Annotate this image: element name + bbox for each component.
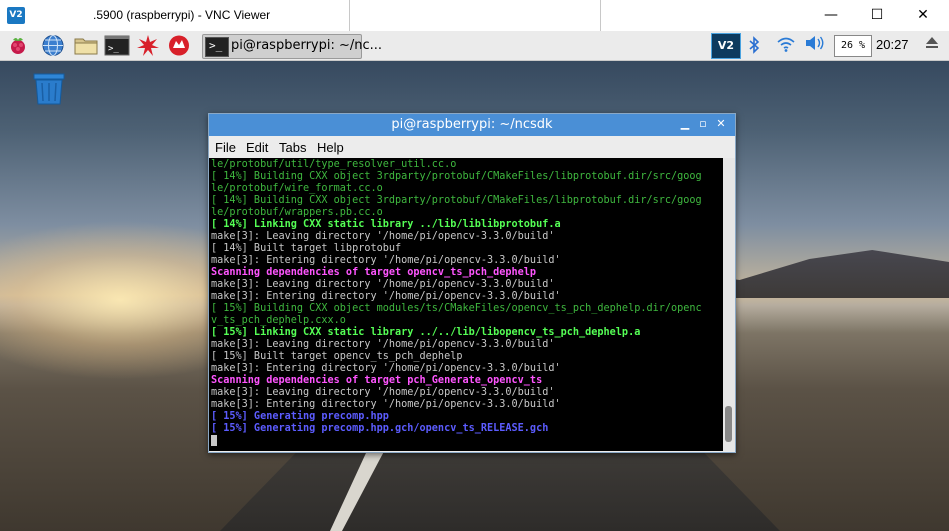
vnc-viewer-titlebar: V2 .5900 (raspberrypi) - VNC Viewer — ☐ … (0, 0, 949, 33)
web-browser-icon[interactable] (41, 34, 65, 57)
menu-file[interactable]: File (215, 140, 236, 155)
terminal-line: Scanning dependencies of target opencv_t… (211, 267, 537, 278)
terminal-title: pi@raspberrypi: ~/ncsdk (391, 117, 553, 132)
terminal-maximize-icon[interactable]: ▫ (695, 116, 711, 132)
terminal-cursor (211, 435, 217, 446)
terminal-line: make[3]: Entering directory '/home/pi/op… (211, 291, 561, 302)
menu-help[interactable]: Help (317, 140, 344, 155)
terminal-line: le/protobuf/wire_format.cc.o (211, 183, 383, 194)
taskbar-label: pi@raspberrypi: ~/nc... (231, 38, 383, 53)
eject-icon[interactable] (925, 35, 939, 55)
terminal-icon: >_ (205, 37, 229, 57)
terminal-scroll-thumb[interactable] (725, 406, 732, 442)
terminal-minimize-icon[interactable]: ▁ (677, 116, 693, 132)
file-manager-icon[interactable] (73, 34, 98, 57)
terminal-titlebar[interactable]: pi@raspberrypi: ~/ncsdk ▁ ▫ ✕ (209, 114, 735, 136)
terminal-close-icon[interactable]: ✕ (713, 116, 729, 132)
terminal-line: make[3]: Leaving directory '/home/pi/ope… (211, 387, 555, 398)
terminal-line: le/protobuf/util/type_resolver_util.cc.o (211, 159, 457, 170)
terminal-line: [ 15%] Built target opencv_ts_pch_dephel… (211, 351, 463, 362)
wifi-icon[interactable] (776, 35, 796, 57)
terminal-prompt-line (211, 435, 723, 448)
terminal-line: make[3]: Leaving directory '/home/pi/ope… (211, 231, 555, 242)
terminal-line: [ 14%] Building CXX object 3rdparty/prot… (211, 171, 702, 182)
terminal-line: [ 15%] Linking CXX static library ../../… (211, 327, 641, 338)
raspberry-pi-panel: >_ >_ pi@raspberrypi: ~/nc... V2 26 % 20… (0, 31, 949, 61)
wolfram-icon[interactable] (167, 34, 191, 57)
vnc-logo-icon: V2 (7, 7, 25, 24)
terminal-line: [ 14%] Building CXX object 3rdparty/prot… (211, 195, 702, 206)
terminal-window: pi@raspberrypi: ~/ncsdk ▁ ▫ ✕ File Edit … (208, 113, 736, 453)
volume-icon[interactable] (804, 34, 826, 56)
raspberry-menu-icon[interactable] (6, 34, 30, 57)
clock[interactable]: 20:27 (876, 37, 909, 52)
bluetooth-icon[interactable] (748, 36, 760, 58)
terminal-line: make[3]: Leaving directory '/home/pi/ope… (211, 279, 555, 290)
svg-text:>_: >_ (108, 44, 119, 54)
terminal-line: [ 14%] Linking CXX static library ../lib… (211, 219, 561, 230)
terminal-scrollbar[interactable] (723, 158, 735, 451)
cpu-usage-monitor[interactable]: 26 % (834, 35, 872, 57)
terminal-line: le/protobuf/wrappers.pb.cc.o (211, 207, 383, 218)
terminal-output[interactable]: le/protobuf/util/type_resolver_util.cc.o… (209, 158, 723, 451)
taskbar-terminal-button[interactable]: >_ pi@raspberrypi: ~/nc... (202, 34, 382, 59)
terminal-line: make[3]: Entering directory '/home/pi/op… (211, 255, 561, 266)
minimize-button[interactable]: — (808, 0, 854, 31)
trash-icon[interactable] (32, 72, 66, 106)
terminal-line: v_ts_pch_dephelp.cxx.o (211, 315, 346, 326)
terminal-line: [ 14%] Built target libprotobuf (211, 243, 402, 254)
terminal-line: [ 15%] Building CXX object modules/ts/CM… (211, 303, 702, 314)
vnc-toolbar-handle[interactable] (349, 0, 601, 33)
terminal-line: Scanning dependencies of target pch_Gene… (211, 375, 543, 386)
close-button[interactable]: ✕ (900, 0, 946, 31)
vnc-server-tray-icon[interactable]: V2 (711, 33, 741, 59)
terminal-line: [ 15%] Generating precomp.hpp.gch/opencv… (211, 423, 549, 434)
terminal-icon[interactable]: >_ (104, 34, 130, 57)
terminal-line: [ 15%] Generating precomp.hpp (211, 411, 389, 422)
mathematica-icon[interactable] (136, 34, 160, 57)
terminal-line: make[3]: Entering directory '/home/pi/op… (211, 363, 561, 374)
menu-tabs[interactable]: Tabs (279, 140, 306, 155)
terminal-menubar: File Edit Tabs Help (209, 136, 735, 158)
terminal-line: make[3]: Leaving directory '/home/pi/ope… (211, 339, 555, 350)
terminal-lines: le/protobuf/util/type_resolver_util.cc.o… (211, 159, 723, 448)
terminal-line: make[3]: Entering directory '/home/pi/op… (211, 399, 561, 410)
window-title: .5900 (raspberrypi) - VNC Viewer (93, 8, 271, 22)
menu-edit[interactable]: Edit (246, 140, 268, 155)
maximize-button[interactable]: ☐ (854, 0, 900, 31)
